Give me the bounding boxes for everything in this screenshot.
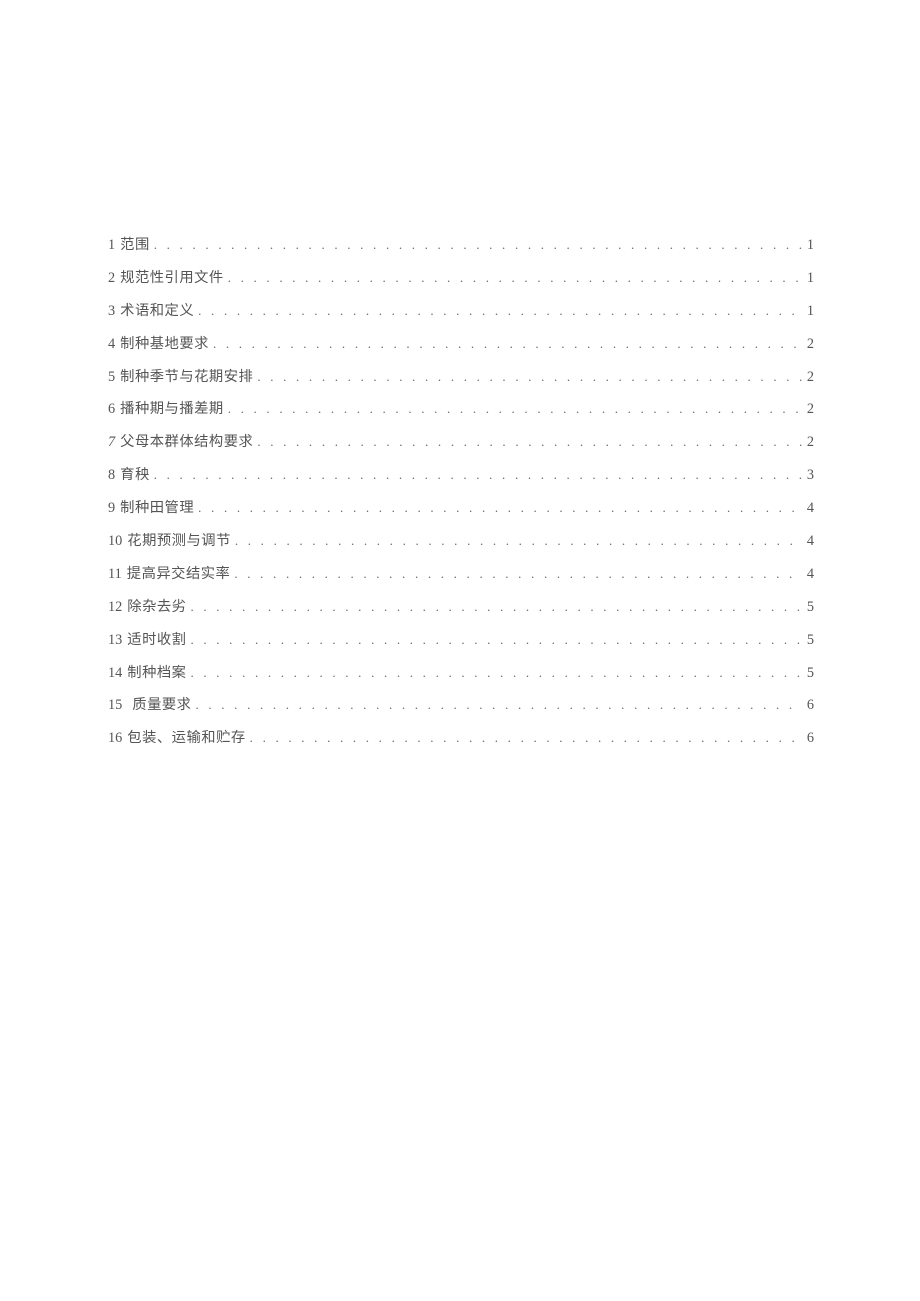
toc-entry-page: 1 [806,271,814,285]
toc-entry: 13 适时收割 5 [108,633,814,647]
toc-entry-label: 包装、运输和贮存 [127,731,245,745]
toc-entry-label: 育秧 [120,468,150,482]
toc-entry-page: 6 [806,731,814,745]
toc-entry-number: 2 [108,271,115,285]
toc-entry-page: 5 [806,600,814,614]
toc-entry-page: 6 [806,698,814,712]
toc-entry-label: 花期预测与调节 [127,534,231,548]
toc-entry-label: 适时收割 [127,633,186,647]
toc-entry: 9 制种田管理 4 [108,501,814,515]
toc-entry-number: 15 [108,698,122,712]
toc-leader-dots [190,633,802,646]
toc-entry-label: 制种田管理 [120,501,194,515]
toc-entry-label: 质量要求 [132,698,191,712]
toc-leader-dots [228,271,802,284]
toc-entry-page: 5 [806,666,814,680]
toc-entry: 7 父母本群体结构要求 2 [108,435,814,449]
toc-entry-number: 1 [108,238,115,252]
toc-entry-page: 2 [806,337,814,351]
toc-leader-dots [198,501,802,514]
toc-entry: 4 制种基地要求 2 [108,337,814,351]
toc-entry-label: 规范性引用文件 [120,271,224,285]
toc-entry-number: 8 [108,468,115,482]
toc-entry-label: 播种期与播差期 [120,402,224,416]
toc-entry-label: 提高异交结实率 [127,567,231,581]
toc-entry: 10 花期预测与调节 4 [108,534,814,548]
toc-leader-dots [257,435,802,448]
toc-entry-label: 制种基地要求 [120,337,209,351]
toc-entry-page: 5 [806,633,814,647]
toc-entry: 5 制种季节与花期安排 2 [108,370,814,384]
toc-entry-number: 12 [108,600,122,614]
toc-entry-number: 4 [108,337,115,351]
toc-entry-number: 3 [108,304,115,318]
toc-entry-number: 5 [108,370,115,384]
toc-entry-number: 14 [108,666,122,680]
toc-entry: 8 育秧 3 [108,468,814,482]
toc-entry-number: 16 [108,731,122,745]
toc-entry-page: 3 [806,468,814,482]
toc-entry-label: 父母本群体结构要求 [120,435,253,449]
toc-entry: 12 除杂去劣 5 [108,600,814,614]
toc-entry-number: 10 [108,534,122,548]
toc-entry: 15 质量要求 6 [108,698,814,712]
toc-entry-page: 2 [806,435,814,449]
toc-entry-page: 2 [806,370,814,384]
toc-entry-number: 13 [108,633,122,647]
toc-leader-dots [190,600,802,613]
toc-entry: 2 规范性引用文件 1 [108,271,814,285]
toc-entry-page: 4 [806,534,814,548]
toc-entry: 6 播种期与播差期 2 [108,402,814,416]
toc-entry-number: 7 [108,435,115,449]
toc-entry-label: 范围 [120,238,150,252]
toc-leader-dots [257,370,802,383]
toc-leader-dots [190,666,802,679]
toc-entry: 11 提高异交结实率 4 [108,567,814,581]
table-of-contents: 1范围12规范性引用文件13术语和定义14制种基地要求25制种季节与花期安排26… [108,238,814,764]
toc-entry-page: 2 [806,402,814,416]
toc-leader-dots [234,567,802,580]
toc-entry: 1 范围 1 [108,238,814,252]
toc-leader-dots [154,468,802,481]
toc-leader-dots [195,698,802,711]
toc-entry-page: 4 [806,567,814,581]
toc-entry-label: 除杂去劣 [127,600,186,614]
toc-leader-dots [213,337,802,350]
toc-entry-number: 9 [108,501,115,515]
toc-entry-number: 11 [108,567,122,581]
toc-entry-page: 1 [806,304,814,318]
toc-leader-dots [154,238,802,251]
toc-entry-label: 制种季节与花期安排 [120,370,253,384]
toc-entry: 14 制种档案 5 [108,666,814,680]
toc-entry-label: 术语和定义 [120,304,194,318]
toc-entry-page: 1 [806,238,814,252]
toc-leader-dots [250,731,802,744]
toc-leader-dots [228,402,802,415]
toc-entry: 16 包装、运输和贮存 6 [108,731,814,745]
toc-entry-number: 6 [108,402,115,416]
toc-leader-dots [198,304,802,317]
toc-entry-page: 4 [806,501,814,515]
toc-entry-label: 制种档案 [127,666,186,680]
toc-leader-dots [235,534,802,547]
toc-entry: 3 术语和定义 1 [108,304,814,318]
